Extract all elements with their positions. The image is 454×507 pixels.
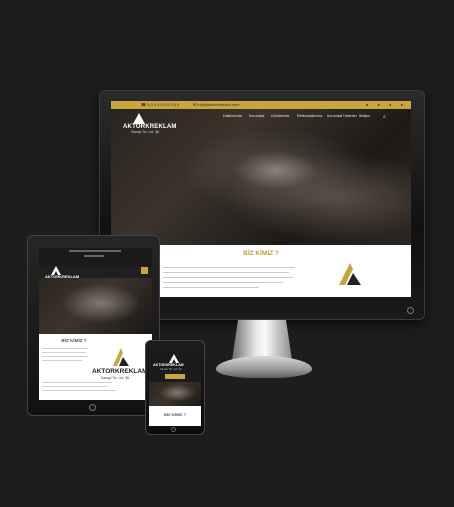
- tablet-brand-mark-icon: [113, 348, 129, 366]
- monitor-stand-base: [216, 356, 312, 378]
- text-line: [163, 287, 259, 289]
- phone-screen: AKTORKREKLAM Sanayi Tic. Ltd. Şti. BİZ K…: [149, 352, 201, 426]
- desktop-hero-image: AKTORKREKLAM Sanayi Tic. Ltd. Şti. Hakkı…: [111, 109, 411, 245]
- tablet-topbar-text: [69, 250, 121, 252]
- tablet-header: [39, 248, 152, 266]
- text-line: [42, 348, 88, 350]
- brand-logo-icon: [339, 263, 361, 285]
- text-line: [42, 390, 116, 392]
- text-line: [42, 356, 88, 358]
- search-icon[interactable]: ⌕: [383, 114, 386, 120]
- nav-item-0[interactable]: Hakkımızda: [223, 114, 242, 118]
- tablet-hero-image: [39, 278, 152, 334]
- text-line: [163, 267, 295, 269]
- monitor-stand-neck: [232, 320, 292, 360]
- phone-menu-button[interactable]: [165, 374, 185, 379]
- phone-logo-sub: Sanayi Tic. Ltd. Şti.: [160, 368, 183, 371]
- topbar-email[interactable]: ✉ info@aktorkreklam.com: [193, 102, 240, 107]
- text-line: [163, 272, 289, 274]
- tablet-menu-icon[interactable]: [141, 267, 148, 274]
- tablet-home-button[interactable]: [89, 404, 96, 411]
- nav-item-3[interactable]: Referanslarımız: [297, 114, 322, 118]
- desktop-topbar: ☎ 0 0 0 0 0 0 0 0 0 0 ✉ info@aktorkrekla…: [111, 101, 411, 109]
- text-line: [42, 382, 112, 384]
- nav-item-5[interactable]: İletişim: [359, 114, 370, 118]
- monitor-power-icon[interactable]: [407, 307, 414, 314]
- topbar-phone[interactable]: ☎ 0 0 0 0 0 0 0 0 0 0: [141, 102, 179, 107]
- phone-section-title: BİZ KİMİZ ?: [164, 412, 186, 417]
- tablet-social-icons[interactable]: [84, 255, 104, 257]
- tablet-brand-name: AKTORKREKLAM: [92, 368, 148, 375]
- text-line: [163, 282, 283, 284]
- text-line: [42, 352, 86, 354]
- text-line: [42, 386, 108, 388]
- logo-subtitle: Sanayi Tic. Ltd. Şti.: [131, 130, 161, 134]
- social-icons[interactable]: ● ● ● ●: [366, 102, 407, 107]
- tablet-screen: AKTORKREKLAM BİZ KİMİZ ? AKTORKREKLAM Sa…: [39, 248, 152, 400]
- text-line: [163, 277, 293, 279]
- tablet-section-title: BİZ KİMİZ ?: [61, 338, 87, 343]
- desktop-logo[interactable]: AKTORKREKLAM Sanayi Tic. Ltd. Şti.: [123, 113, 177, 134]
- text-line: [42, 360, 82, 362]
- nav-item-2[interactable]: Ürünlerimiz: [271, 114, 289, 118]
- phone-home-button[interactable]: [171, 427, 176, 432]
- nav-item-4[interactable]: Kurumsal Haberler: [327, 114, 357, 118]
- phone-hero-image: [149, 382, 201, 406]
- tablet-brand-sub: Sanayi Tic. Ltd. Şti.: [101, 376, 131, 380]
- logo-mark-icon: [133, 113, 145, 124]
- nav-item-1[interactable]: Kurumsal: [249, 114, 264, 118]
- phone-logo-mark-icon: [169, 354, 179, 363]
- phone-header: AKTORKREKLAM Sanayi Tic. Ltd. Şti.: [149, 352, 201, 382]
- phone-logo-name: AKTORKREKLAM: [153, 363, 184, 367]
